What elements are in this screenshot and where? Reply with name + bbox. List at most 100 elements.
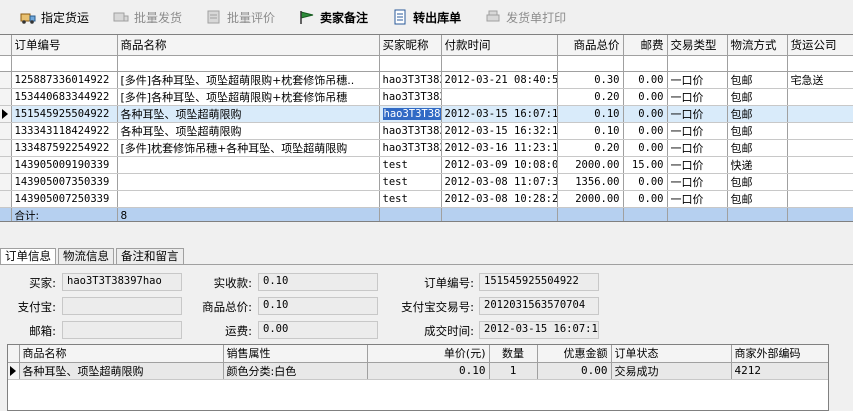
filter-cell[interactable] — [727, 55, 788, 72]
export-stock-button[interactable]: 转出库单 — [392, 5, 461, 29]
total-cell[interactable]: 2000.00 — [557, 156, 624, 174]
order-row[interactable]: 151545925504922 各种耳坠、项坠超萌限购 hao3T3T383 2012… — [0, 105, 853, 123]
order-row[interactable]: 143905007250339 test 2012-03-08 10:28:24 20… — [0, 190, 853, 208]
order-no-cell[interactable]: 151545925504922 — [11, 105, 118, 123]
shipping-cell[interactable]: 包邮 — [727, 105, 788, 123]
carrier-cell[interactable] — [787, 173, 853, 191]
buyer-nick-cell[interactable]: test — [379, 173, 442, 191]
total-cell[interactable]: 0.20 — [557, 88, 624, 106]
col-unit-price[interactable]: 单价(元) — [367, 345, 490, 363]
carrier-cell[interactable] — [787, 156, 853, 174]
total-cell[interactable]: 0.30 — [557, 71, 624, 89]
trade-type-cell[interactable]: 一口价 — [667, 71, 728, 89]
carrier-cell[interactable] — [787, 88, 853, 106]
qty-cell[interactable]: 1 — [489, 362, 538, 380]
tab-logistics-info[interactable]: 物流信息 — [58, 248, 114, 264]
col-qty[interactable]: 数量 — [489, 345, 538, 363]
trade-type-cell[interactable]: 一口价 — [667, 122, 728, 140]
order-row[interactable]: 133343118424922 各种耳坠、项坠超萌限购 hao3T3T383 2012… — [0, 122, 853, 140]
sale-attr-cell[interactable]: 颜色分类:白色 — [223, 362, 368, 380]
discount-cell[interactable]: 0.00 — [537, 362, 612, 380]
order-row[interactable]: 153440683344922 [多件]各种耳坠、项坠超萌限购+枕套修饰吊穗 hao… — [0, 88, 853, 106]
buyer-nick-cell[interactable]: hao3T3T383 — [379, 122, 442, 140]
received-field[interactable]: 0.10 — [258, 273, 378, 291]
buyer-nick-cell[interactable]: test — [379, 156, 442, 174]
filter-cell[interactable] — [667, 55, 728, 72]
trade-type-cell[interactable]: 一口价 — [667, 173, 728, 191]
filter-row[interactable] — [0, 55, 853, 72]
shipping-cell[interactable]: 包邮 — [727, 122, 788, 140]
product-name-cell[interactable] — [117, 173, 380, 191]
filter-cell[interactable] — [11, 55, 118, 72]
buyer-nick-cell[interactable]: test — [379, 190, 442, 208]
postage-cell[interactable]: 0.00 — [623, 173, 668, 191]
total-field[interactable]: 0.10 — [258, 297, 378, 315]
col-trade-type[interactable]: 交易类型 — [667, 35, 728, 56]
buyer-nick-cell[interactable]: hao3T3T383 — [379, 105, 442, 123]
carrier-cell[interactable] — [787, 190, 853, 208]
total-cell[interactable]: 1356.00 — [557, 173, 624, 191]
email-field[interactable] — [62, 321, 182, 339]
trade-type-cell[interactable]: 一口价 — [667, 139, 728, 157]
shipping-cell[interactable]: 包邮 — [727, 88, 788, 106]
postage-cell[interactable]: 0.00 — [623, 139, 668, 157]
alipay-trade-field[interactable]: 2012031563570704 — [479, 297, 599, 315]
paid-time-cell[interactable]: 2012-03-08 11:07:35 — [441, 173, 558, 191]
col-total[interactable]: 商品总价 — [557, 35, 624, 56]
trade-type-cell[interactable]: 一口价 — [667, 105, 728, 123]
deal-time-field[interactable]: 2012-03-15 16:07:14 — [479, 321, 599, 339]
order-row[interactable]: 125887336014922 [多件]各种耳坠、项坠超萌限购+枕套修饰吊穗.. h… — [0, 71, 853, 89]
col-buyer-nick[interactable]: 买家昵称 — [379, 35, 442, 56]
col-product-name[interactable]: 商品名称 — [117, 35, 380, 56]
shipping-cell[interactable]: 包邮 — [727, 190, 788, 208]
print-invoice-button[interactable]: 发货单打印 — [485, 5, 566, 29]
paid-time-cell[interactable]: 2012-03-15 16:07:14 — [441, 105, 558, 123]
col-item-name[interactable]: 商品名称 — [19, 345, 224, 363]
order-no-cell[interactable]: 143905007250339 — [11, 190, 118, 208]
col-shipping[interactable]: 物流方式 — [727, 35, 788, 56]
col-outer-code[interactable]: 商家外部编码 — [731, 345, 828, 363]
shipping-cell[interactable]: 包邮 — [727, 71, 788, 89]
total-cell[interactable]: 0.10 — [557, 105, 624, 123]
paid-time-cell[interactable] — [441, 88, 558, 106]
col-sale-attr[interactable]: 销售属性 — [223, 345, 368, 363]
order-row[interactable]: 143905007350339 test 2012-03-08 11:07:35 13… — [0, 173, 853, 191]
seller-note-button[interactable]: 卖家备注 — [299, 5, 368, 29]
order-no-cell[interactable]: 153440683344922 — [11, 88, 118, 106]
freight-field[interactable]: 0.00 — [258, 321, 378, 339]
order-status-cell[interactable]: 交易成功 — [611, 362, 732, 380]
order-row[interactable]: 133487592254922 [多件]枕套修饰吊穗+各种耳坠、项坠超萌限购 hao… — [0, 139, 853, 157]
order-no-cell[interactable]: 143905009190339 — [11, 156, 118, 174]
col-carrier[interactable]: 货运公司 — [787, 35, 853, 56]
col-discount[interactable]: 优惠金额 — [537, 345, 612, 363]
postage-cell[interactable]: 0.00 — [623, 105, 668, 123]
carrier-cell[interactable] — [787, 139, 853, 157]
product-name-cell[interactable]: 各种耳坠、项坠超萌限购 — [117, 122, 380, 140]
filter-cell[interactable] — [623, 55, 668, 72]
trade-type-cell[interactable]: 一口价 — [667, 156, 728, 174]
order-no-field[interactable]: 151545925504922 — [479, 273, 599, 291]
paid-time-cell[interactable]: 2012-03-15 16:32:17 — [441, 122, 558, 140]
order-row[interactable]: 143905009190339 test 2012-03-09 10:08:01 20… — [0, 156, 853, 174]
buyer-nick-cell[interactable]: hao3T3T383 — [379, 71, 442, 89]
total-cell[interactable]: 0.20 — [557, 139, 624, 157]
order-no-cell[interactable]: 125887336014922 — [11, 71, 118, 89]
product-name-cell[interactable]: [多件]枕套修饰吊穗+各种耳坠、项坠超萌限购 — [117, 139, 380, 157]
batch-rate-button[interactable]: 批量评价 — [206, 5, 275, 29]
total-cell[interactable]: 2000.00 — [557, 190, 624, 208]
shipping-cell[interactable]: 包邮 — [727, 139, 788, 157]
total-cell[interactable]: 0.10 — [557, 122, 624, 140]
tab-notes-messages[interactable]: 备注和留言 — [116, 248, 184, 264]
carrier-cell[interactable]: 宅急送 — [787, 71, 853, 89]
batch-ship-button[interactable]: 批量发货 — [113, 5, 182, 29]
product-name-cell[interactable] — [117, 190, 380, 208]
trade-type-cell[interactable]: 一口价 — [667, 190, 728, 208]
product-name-cell[interactable]: 各种耳坠、项坠超萌限购 — [117, 105, 380, 123]
item-row[interactable]: 各种耳坠、项坠超萌限购 颜色分类:白色 0.10 1 0.00 交易成功 4212 — [8, 362, 828, 380]
paid-time-cell[interactable]: 2012-03-21 08:40:51 — [441, 71, 558, 89]
postage-cell[interactable]: 0.00 — [623, 190, 668, 208]
postage-cell[interactable]: 0.00 — [623, 88, 668, 106]
col-order-no[interactable]: 订单编号 — [11, 35, 118, 56]
postage-cell[interactable]: 0.00 — [623, 122, 668, 140]
product-name-cell[interactable]: [多件]各种耳坠、项坠超萌限购+枕套修饰吊穗.. — [117, 71, 380, 89]
